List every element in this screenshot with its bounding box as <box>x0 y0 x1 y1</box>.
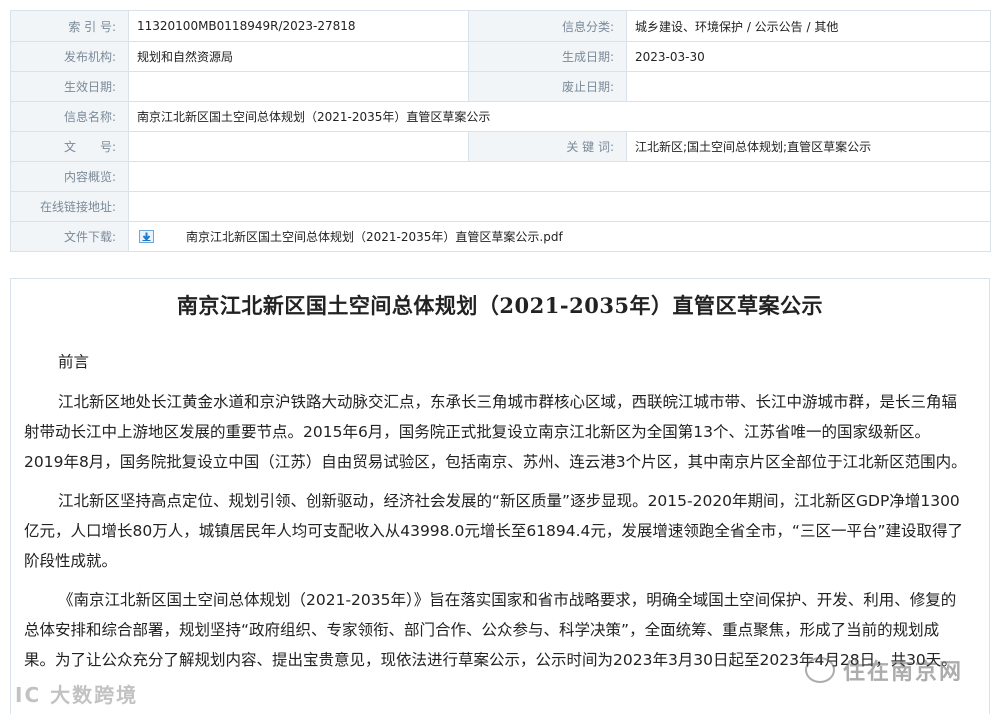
summary-label: 内容概览: <box>10 161 129 192</box>
wechat-logo-icon <box>804 657 835 683</box>
meta-row-info-name: 信息名称: 南京江北新区国土空间总体规划（2021-2035年）直管区草案公示 <box>10 101 991 132</box>
article-paragraph-1: 江北新区地处长江黄金水道和京沪铁路大动脉交汇点，东承长三角城市群核心区域，西联皖… <box>24 393 967 471</box>
category-value: 城乡建设、环境保护 / 公示公告 / 其他 <box>626 10 991 42</box>
watermark-right-text: 住在南京网 <box>842 660 963 685</box>
meta-row-doc-no: 文 号: 关 键 词: 江北新区;国土空间总体规划;直管区草案公示 <box>10 131 991 162</box>
article-body: 前言 江北新区地处长江黄金水道和京沪铁路大动脉交汇点，东承长三角城市群核心区域，… <box>11 347 989 675</box>
index-no-value: 11320100MB0118949R/2023-27818 <box>128 10 469 42</box>
keywords-value: 江北新区;国土空间总体规划;直管区草案公示 <box>626 131 991 162</box>
meta-row-summary: 内容概览: <box>10 161 991 192</box>
expiry-date-label: 废止日期: <box>468 71 627 102</box>
created-date-label: 生成日期: <box>468 41 627 72</box>
doc-no-value <box>128 131 469 162</box>
info-meta-table: 索 引 号: 11320100MB0118949R/2023-27818 信息分… <box>10 10 991 252</box>
online-link-label: 在线链接地址: <box>10 191 129 222</box>
meta-row-download: 文件下载: 南京江北新区国土空间总体规划（2021-2035年）直管区草案公示.… <box>10 221 991 252</box>
download-file-link[interactable]: 南京江北新区国土空间总体规划（2021-2035年）直管区草案公示.pdf <box>186 230 563 244</box>
keywords-label: 关 键 词: <box>468 131 627 162</box>
download-cell: 南京江北新区国土空间总体规划（2021-2035年）直管区草案公示.pdf <box>128 221 991 252</box>
article-panel: 南京江北新区国土空间总体规划（2021-2035年）直管区草案公示 前言 江北新… <box>10 278 990 714</box>
article-title: 南京江北新区国土空间总体规划（2021-2035年）直管区草案公示 <box>176 293 824 318</box>
watermark-right: 住在南京网 <box>804 654 963 686</box>
meta-row-publisher: 发布机构: 规划和自然资源局 生成日期: 2023-03-30 <box>10 41 991 72</box>
effective-date-value <box>128 71 469 102</box>
summary-value <box>128 161 991 192</box>
download-label: 文件下载: <box>10 221 129 252</box>
info-name-label: 信息名称: <box>10 101 129 132</box>
download-icon[interactable] <box>139 230 154 243</box>
index-no-label: 索 引 号: <box>10 10 129 42</box>
publisher-label: 发布机构: <box>10 41 129 72</box>
online-link-value[interactable] <box>128 191 991 222</box>
info-name-value: 南京江北新区国土空间总体规划（2021-2035年）直管区草案公示 <box>128 101 991 132</box>
expiry-date-value <box>626 71 991 102</box>
category-label: 信息分类: <box>468 10 627 42</box>
meta-row-online-link: 在线链接地址: <box>10 191 991 222</box>
created-date-value: 2023-03-30 <box>626 41 991 72</box>
meta-row-effective: 生效日期: 废止日期: <box>10 71 991 102</box>
doc-no-label: 文 号: <box>10 131 129 162</box>
watermark-left: IC 大数跨境 <box>15 683 139 707</box>
preface-heading: 前言 <box>58 353 90 371</box>
article-paragraph-2: 江北新区坚持高点定位、规划引领、创新驱动，经济社会发展的“新区质量”逐步显现。2… <box>24 492 963 570</box>
meta-row-index: 索 引 号: 11320100MB0118949R/2023-27818 信息分… <box>10 10 991 42</box>
publisher-value: 规划和自然资源局 <box>128 41 469 72</box>
effective-date-label: 生效日期: <box>10 71 129 102</box>
